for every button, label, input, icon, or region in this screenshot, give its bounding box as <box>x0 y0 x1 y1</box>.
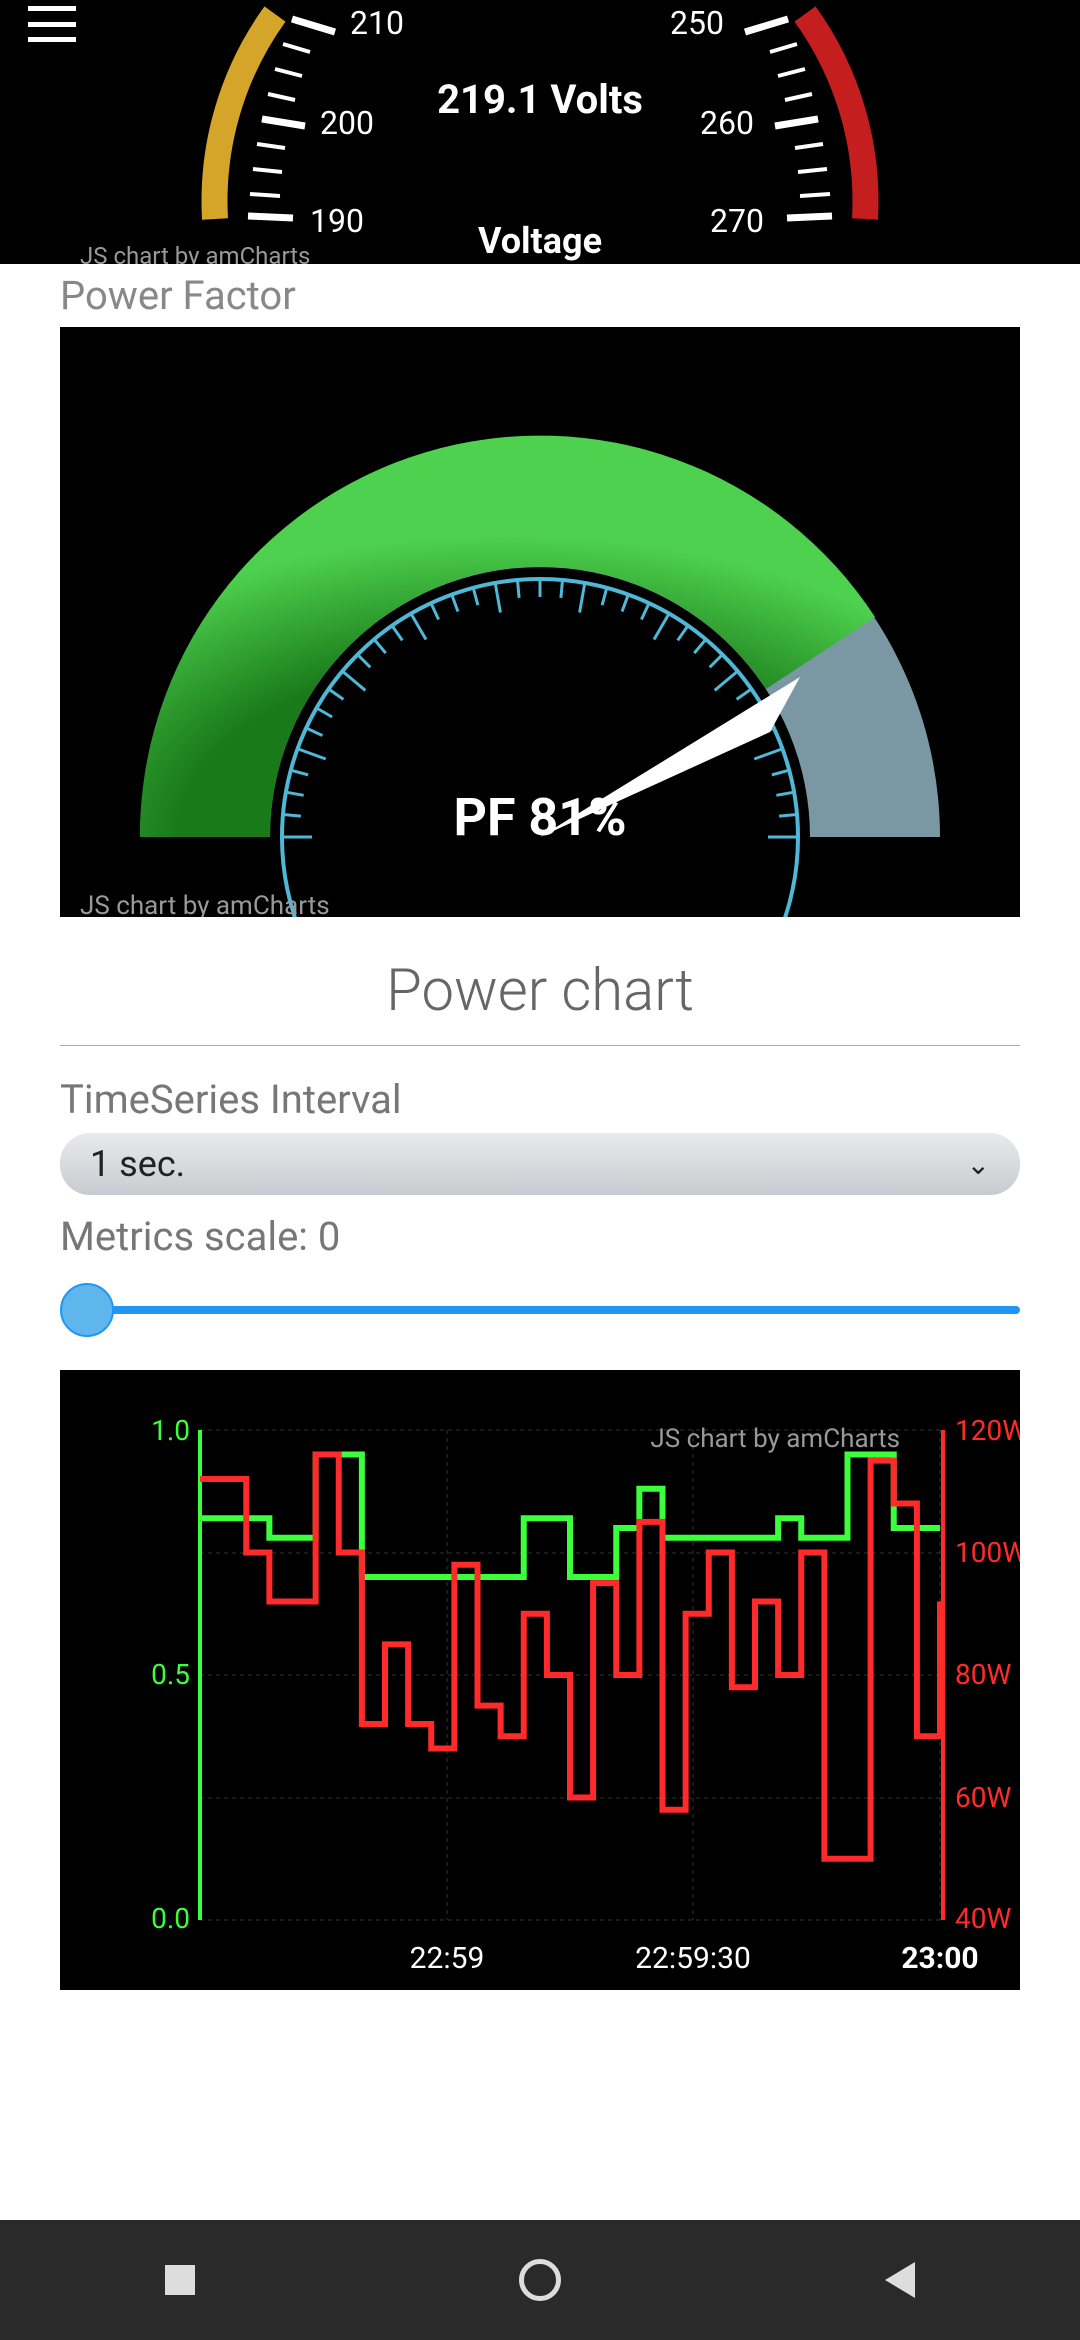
power-timeseries-chart: 1.0 0.5 0.0 120W 100W 80W 60W 40W 22:59 … <box>60 1370 1020 1990</box>
volt-tick-270: 270 <box>710 202 764 240</box>
volt-tick-200: 200 <box>320 104 374 142</box>
svg-text:60W: 60W <box>955 1781 1011 1814</box>
metrics-scale-slider[interactable] <box>60 1290 1020 1330</box>
interval-value: 1 sec. <box>90 1143 185 1185</box>
power-factor-title: Power Factor <box>0 264 1080 327</box>
svg-text:1.0: 1.0 <box>151 1414 190 1447</box>
pf-chart-credit: JS chart by amCharts <box>80 891 330 917</box>
svg-text:22:59: 22:59 <box>410 1941 485 1976</box>
interval-select[interactable]: 1 sec. ⌄ <box>60 1133 1020 1195</box>
system-nav-bar <box>0 2220 1080 2340</box>
menu-button[interactable] <box>28 6 76 42</box>
svg-text:40W: 40W <box>955 1902 1011 1935</box>
metrics-scale-label: Metrics scale: 0 <box>60 1213 1020 1260</box>
svg-text:0.5: 0.5 <box>151 1658 190 1691</box>
volt-tick-210: 210 <box>350 4 404 42</box>
interval-label: TimeSeries Interval <box>60 1076 1020 1123</box>
volt-tick-260: 260 <box>700 104 754 142</box>
slider-thumb[interactable] <box>60 1283 114 1337</box>
svg-text:23:00: 23:00 <box>901 1941 978 1976</box>
svg-text:80W: 80W <box>955 1658 1011 1691</box>
svg-text:0.0: 0.0 <box>151 1902 190 1935</box>
power-factor-gauge: PF 81% JS chart by amCharts <box>60 327 1020 917</box>
svg-text:22:59:30: 22:59:30 <box>635 1941 751 1976</box>
volt-tick-250: 250 <box>670 4 724 42</box>
svg-text:100W: 100W <box>955 1536 1020 1569</box>
voltage-value: 219.1 Volts <box>437 76 643 123</box>
voltage-chart-credit: JS chart by amCharts <box>80 242 310 264</box>
voltage-gauge: 210 200 190 250 260 270 219.1 Volts Volt… <box>0 0 1080 264</box>
chevron-down-icon: ⌄ <box>967 1148 990 1181</box>
back-button[interactable] <box>876 2256 924 2304</box>
power-chart-heading: Power chart <box>60 917 1020 1046</box>
pf-value: PF 81% <box>453 787 626 848</box>
volt-tick-190: 190 <box>310 202 364 240</box>
ts-chart-credit: JS chart by amCharts <box>650 1424 900 1454</box>
home-button[interactable] <box>516 2256 564 2304</box>
recents-button[interactable] <box>156 2256 204 2304</box>
svg-text:120W: 120W <box>955 1414 1020 1447</box>
voltage-axis-label: Voltage <box>478 220 602 262</box>
